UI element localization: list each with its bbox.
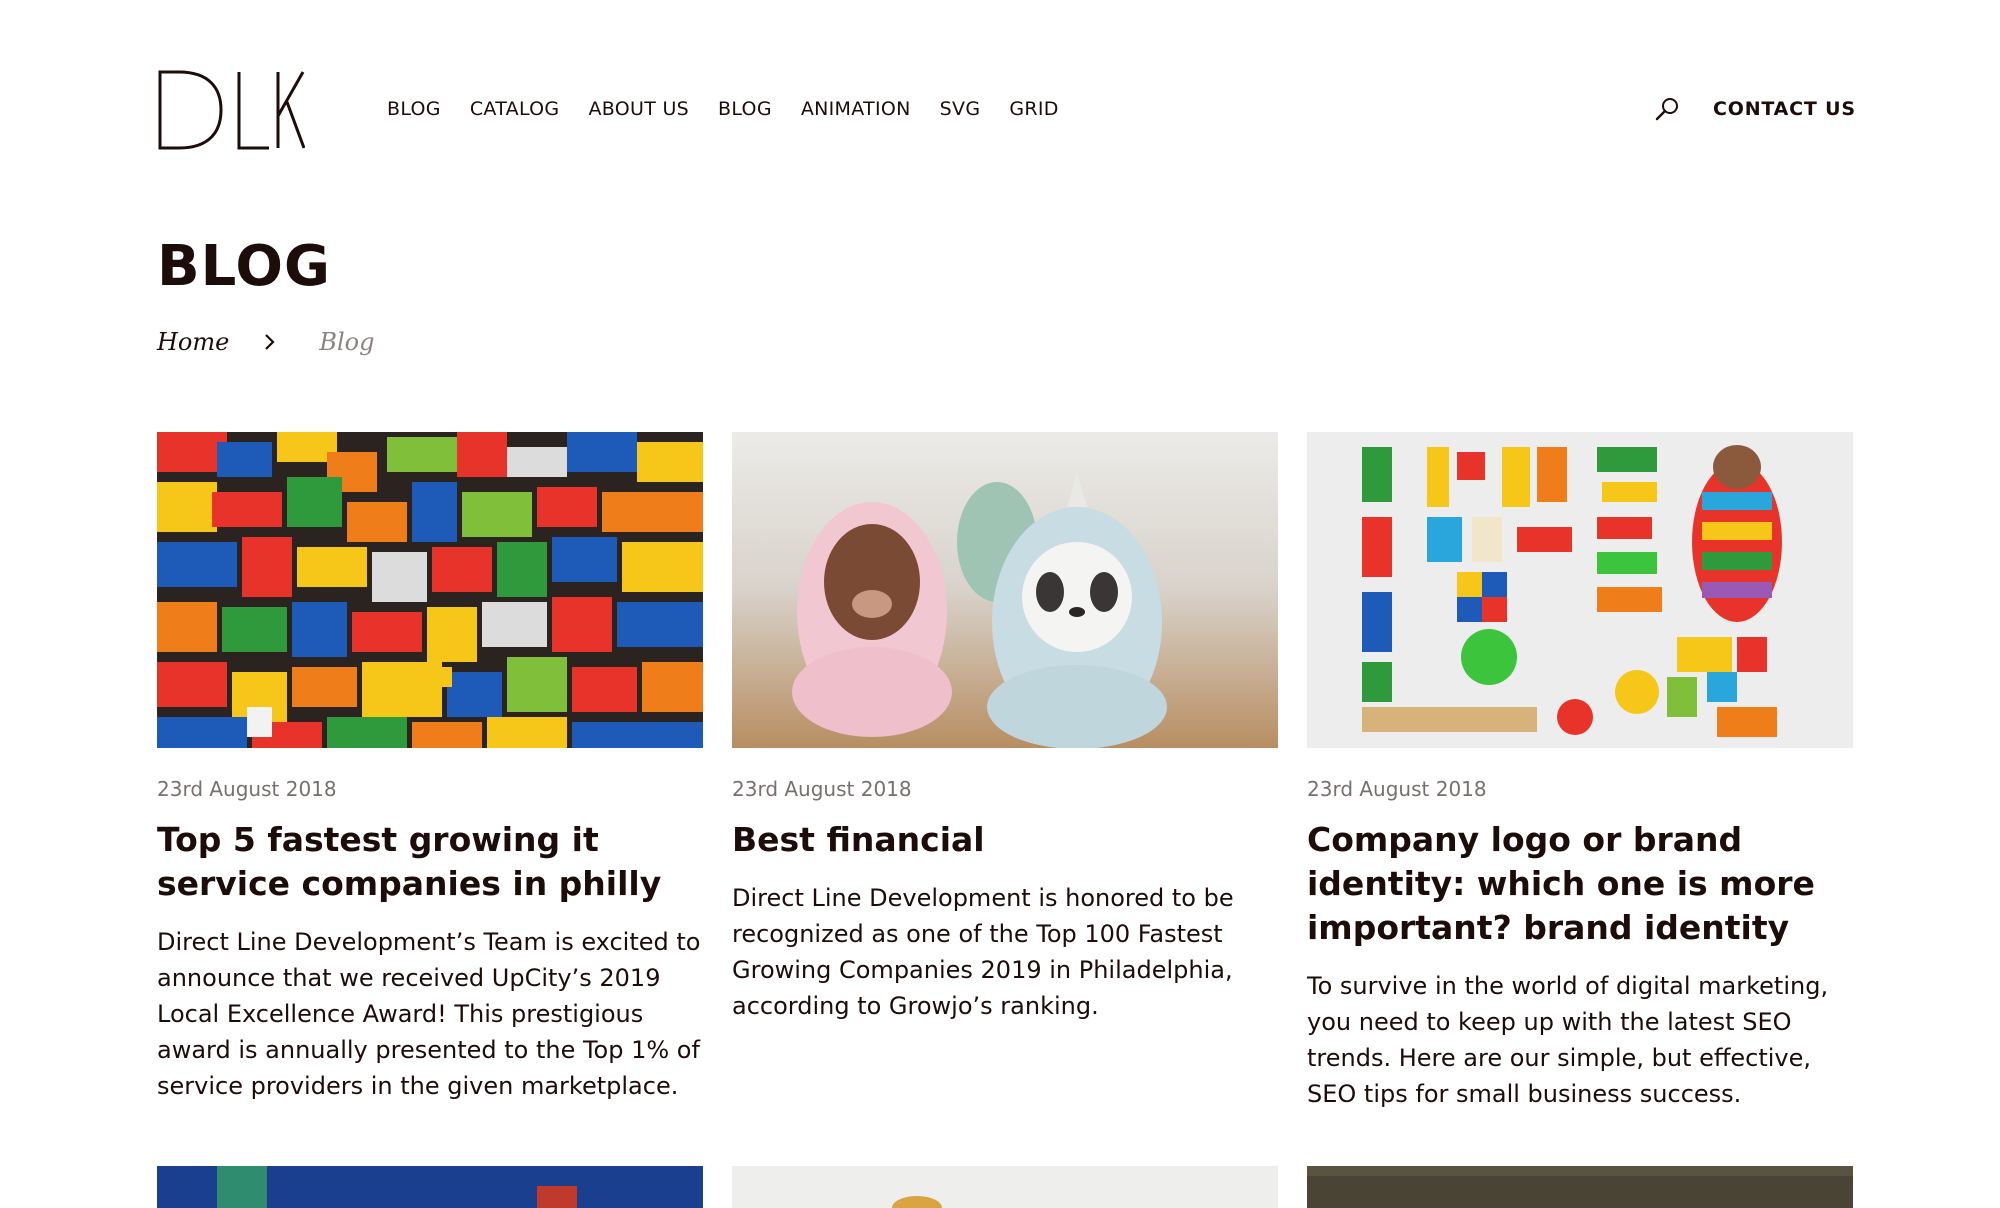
post-title[interactable]: Company logo or brand identity: which on… [1307, 818, 1853, 950]
chevron-right-icon [253, 324, 287, 360]
nav-item-blog-2[interactable]: BLOG [718, 98, 772, 120]
post-image-next-1[interactable] [157, 1166, 703, 1208]
blog-card: 23rd August 2018 Best financial Direct L… [732, 432, 1278, 1024]
search-icon[interactable] [1653, 95, 1681, 123]
post-date: 23rd August 2018 [732, 777, 912, 801]
logo[interactable] [157, 68, 305, 152]
breadcrumb-current: Blog [319, 328, 375, 356]
main-nav: BLOG CATALOG ABOUT US BLOG ANIMATION SVG… [387, 94, 1088, 124]
nav-item-svg[interactable]: SVG [940, 98, 981, 120]
post-image-lego[interactable] [157, 432, 703, 748]
post-title[interactable]: Top 5 fastest growing it service compani… [157, 818, 703, 906]
post-date: 23rd August 2018 [1307, 777, 1487, 801]
blog-card: 23rd August 2018 Top 5 fastest growing i… [157, 432, 703, 1104]
post-excerpt: Direct Line Development is honored to be… [732, 884, 1234, 1020]
breadcrumb: Home Blog [157, 324, 374, 360]
post-excerpt: Direct Line Development’s Team is excite… [157, 928, 701, 1100]
breadcrumb-home[interactable]: Home [157, 328, 229, 356]
post-title[interactable]: Best financial [732, 818, 1278, 862]
nav-item-animation[interactable]: ANIMATION [801, 98, 911, 120]
post-image-next-2[interactable] [732, 1166, 1278, 1208]
page-title: BLOG [157, 234, 331, 299]
post-excerpt: To survive in the world of digital marke… [1307, 972, 1829, 1108]
post-date: 23rd August 2018 [157, 777, 337, 801]
nav-item-grid[interactable]: GRID [1009, 98, 1058, 120]
nav-item-catalog[interactable]: CATALOG [470, 98, 560, 120]
nav-item-about-us[interactable]: ABOUT US [588, 98, 689, 120]
post-image-next-3[interactable] [1307, 1166, 1853, 1208]
logo-mark [158, 70, 305, 150]
contact-us-link[interactable]: CONTACT US [1713, 94, 1856, 124]
nav-item-blog[interactable]: BLOG [387, 98, 441, 120]
blog-card: 23rd August 2018 Company logo or brand i… [1307, 432, 1853, 1112]
post-image-toys-flatlay[interactable] [1307, 432, 1853, 748]
post-image-toy-bears[interactable] [732, 432, 1278, 748]
